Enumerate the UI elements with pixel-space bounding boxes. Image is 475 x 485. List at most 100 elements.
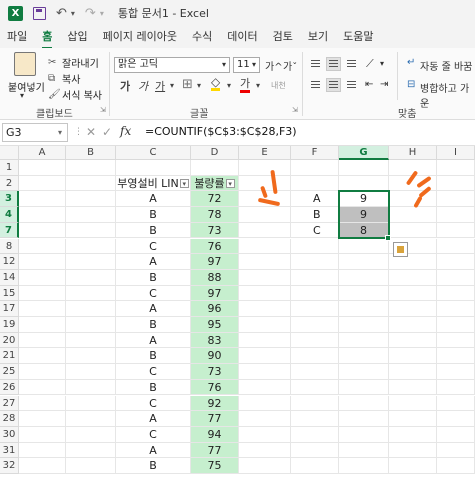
row-header-3[interactable]: 3 — [0, 191, 19, 208]
defect-rate-cell[interactable]: 97 — [191, 285, 239, 302]
cell[interactable] — [239, 317, 291, 333]
line-cell[interactable]: B — [116, 207, 191, 223]
font-launcher-icon[interactable]: ⇲ — [292, 106, 298, 114]
cell[interactable] — [339, 458, 389, 474]
cell[interactable] — [389, 254, 437, 270]
defect-rate-cell[interactable]: 78 — [191, 207, 239, 223]
cell[interactable] — [389, 395, 437, 412]
cell[interactable] — [19, 348, 66, 365]
cell[interactable] — [66, 269, 116, 286]
line-cell[interactable]: A — [116, 442, 191, 459]
cell[interactable] — [291, 364, 339, 380]
cell[interactable] — [437, 301, 475, 317]
cell[interactable] — [339, 332, 389, 349]
row-header-19[interactable]: 19 — [0, 317, 19, 333]
cell[interactable] — [291, 301, 339, 317]
cell[interactable] — [19, 269, 66, 286]
cell[interactable] — [437, 238, 475, 255]
row-header-12[interactable]: 12 — [0, 254, 19, 270]
defect-rate-cell[interactable]: 77 — [191, 411, 239, 427]
cell[interactable] — [291, 395, 339, 412]
column-header-g[interactable]: G — [339, 146, 389, 160]
cell[interactable] — [389, 411, 437, 427]
line-cell[interactable]: B — [116, 379, 191, 396]
tab-insert[interactable]: 삽입 — [67, 28, 87, 46]
fill-handle[interactable] — [385, 234, 391, 241]
undo-icon[interactable]: ↶ — [56, 6, 67, 21]
cell[interactable] — [437, 348, 475, 365]
defect-rate-cell[interactable]: 88 — [191, 269, 239, 286]
cell[interactable] — [66, 395, 116, 412]
cell[interactable] — [339, 364, 389, 380]
summary-key-cell[interactable]: A — [291, 191, 339, 208]
defect-rate-cell[interactable]: 76 — [191, 379, 239, 396]
cell[interactable] — [437, 379, 475, 396]
cell[interactable] — [339, 426, 389, 443]
cell[interactable] — [437, 160, 475, 176]
borders-dropdown-icon[interactable]: ▾ — [197, 81, 201, 90]
cell[interactable] — [291, 458, 339, 474]
defect-rate-cell[interactable]: 96 — [191, 301, 239, 317]
font-name-dropdown-icon[interactable]: ▾ — [222, 60, 226, 69]
cell[interactable] — [19, 411, 66, 427]
orientation-dropdown-icon[interactable]: ▾ — [380, 59, 384, 68]
cell[interactable] — [19, 285, 66, 302]
cell[interactable] — [66, 332, 116, 349]
line-cell[interactable]: A — [116, 254, 191, 270]
defect-rate-cell[interactable]: 92 — [191, 395, 239, 412]
line-cell[interactable]: C — [116, 238, 191, 255]
line-cell[interactable]: A — [116, 191, 191, 208]
cell[interactable] — [239, 285, 291, 302]
column-header-h[interactable]: H — [389, 146, 437, 160]
cell[interactable] — [66, 442, 116, 459]
cell[interactable] — [19, 442, 66, 459]
cell[interactable] — [239, 301, 291, 317]
tab-formulas[interactable]: 수식 — [192, 28, 212, 46]
defect-rate-cell[interactable]: 76 — [191, 238, 239, 255]
cell[interactable] — [239, 458, 291, 474]
paste-icon[interactable] — [14, 52, 36, 76]
cell[interactable] — [437, 191, 475, 208]
line-cell[interactable]: A — [116, 301, 191, 317]
defect-rate-cell[interactable]: 72 — [191, 191, 239, 208]
underline-dropdown-icon[interactable]: ▾ — [170, 81, 174, 90]
row-header-28[interactable]: 28 — [0, 411, 19, 427]
defect-rate-cell[interactable]: 83 — [191, 332, 239, 349]
cell[interactable] — [437, 364, 475, 380]
cell[interactable] — [66, 426, 116, 443]
cell[interactable] — [239, 332, 291, 349]
cell[interactable] — [437, 175, 475, 192]
cell[interactable] — [437, 332, 475, 349]
column-header-c[interactable]: C — [116, 146, 191, 160]
line-cell[interactable]: B — [116, 348, 191, 365]
cell[interactable] — [437, 395, 475, 412]
wrap-text-button[interactable]: 자동 줄 바꿈 — [420, 58, 472, 73]
tab-view[interactable]: 보기 — [308, 28, 328, 46]
phonetic-button[interactable]: 내천 — [271, 80, 286, 91]
cell[interactable] — [66, 458, 116, 474]
cell[interactable] — [19, 317, 66, 333]
header-cell-line[interactable]: 부영설비 LIN ▾ — [116, 175, 191, 192]
undo-dropdown-icon[interactable]: ▾ — [71, 9, 75, 18]
font-color-button[interactable]: 가 — [240, 78, 251, 93]
cell[interactable] — [239, 348, 291, 365]
cell[interactable] — [19, 301, 66, 317]
font-name-select[interactable]: 맑은 고딕 — [114, 57, 230, 73]
borders-icon[interactable]: ⊞ — [182, 77, 193, 92]
cell[interactable] — [66, 301, 116, 317]
cell[interactable] — [19, 458, 66, 474]
cell[interactable] — [339, 269, 389, 286]
align-bottom-icon[interactable] — [344, 57, 359, 71]
tab-review[interactable]: 검토 — [273, 28, 293, 46]
filter-dropdown-icon[interactable]: ▾ — [225, 179, 235, 189]
cell[interactable] — [291, 332, 339, 349]
cell[interactable] — [437, 458, 475, 474]
cell[interactable] — [339, 175, 389, 192]
cell[interactable] — [291, 238, 339, 255]
cell[interactable] — [66, 317, 116, 333]
line-cell[interactable]: C — [116, 426, 191, 443]
cell[interactable] — [339, 160, 389, 176]
cell[interactable] — [239, 395, 291, 412]
cell[interactable] — [339, 301, 389, 317]
cell[interactable] — [66, 160, 116, 176]
